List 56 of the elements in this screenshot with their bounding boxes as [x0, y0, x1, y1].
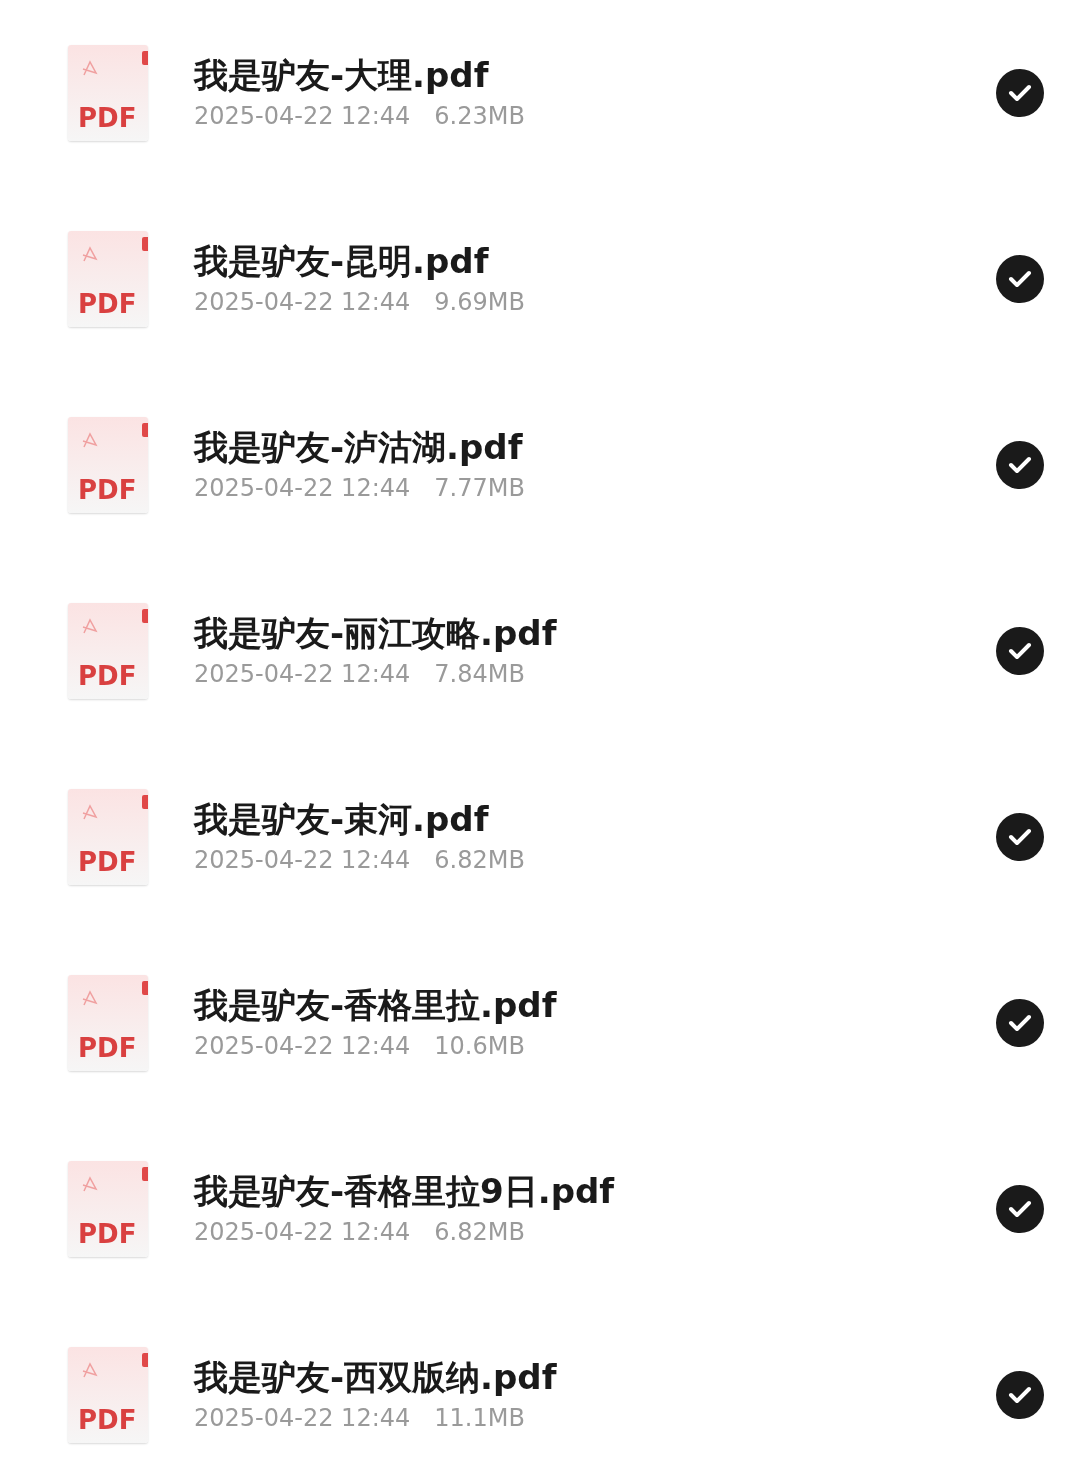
file-name: 我是驴友-丽江攻略.pdf [194, 616, 558, 650]
select-checkbox[interactable] [996, 627, 1044, 675]
file-type-label: PDF [78, 105, 137, 131]
select-checkbox[interactable] [996, 999, 1044, 1047]
file-type-label: PDF [78, 1407, 137, 1433]
file-type-label: PDF [78, 1221, 137, 1247]
check-icon [1008, 1199, 1032, 1219]
file-size: 10.6MB [434, 1034, 525, 1058]
corner-tab-icon [142, 1353, 148, 1367]
file-type-label: PDF [78, 849, 137, 875]
file-name: 我是驴友-泸沽湖.pdf [194, 430, 524, 464]
file-size: 7.84MB [434, 662, 525, 686]
check-icon [1008, 455, 1032, 475]
file-type-label: PDF [78, 1035, 137, 1061]
select-checkbox[interactable] [996, 813, 1044, 861]
select-checkbox[interactable] [996, 69, 1044, 117]
select-checkbox[interactable] [996, 1185, 1044, 1233]
file-date: 2025-04-22 12:44 [194, 662, 411, 686]
check-icon [1008, 641, 1032, 661]
check-icon [1008, 827, 1032, 847]
file-name: 我是驴友-香格里拉.pdf [194, 988, 558, 1022]
file-name: 我是驴友-香格里拉9日.pdf [194, 1174, 616, 1208]
file-name: 我是驴友-西双版纳.pdf [194, 1360, 558, 1394]
corner-tab-icon [142, 1167, 148, 1181]
file-date: 2025-04-22 12:44 [194, 1034, 411, 1058]
check-icon [1008, 83, 1032, 103]
corner-tab-icon [142, 51, 148, 65]
file-type-label: PDF [78, 663, 137, 689]
file-date: 2025-04-22 12:44 [194, 848, 411, 872]
file-size: 7.77MB [434, 476, 525, 500]
select-checkbox[interactable] [996, 255, 1044, 303]
check-icon [1008, 1013, 1032, 1033]
check-icon [1008, 1385, 1032, 1405]
file-name: 我是驴友-大理.pdf [194, 58, 490, 92]
select-checkbox[interactable] [996, 441, 1044, 489]
file-date: 2025-04-22 12:44 [194, 104, 411, 128]
file-name: 我是驴友-昆明.pdf [194, 244, 490, 278]
file-size: 9.69MB [434, 290, 525, 314]
file-size: 6.82MB [434, 848, 525, 872]
corner-tab-icon [142, 237, 148, 251]
file-type-label: PDF [78, 477, 137, 503]
file-size: 6.82MB [434, 1220, 525, 1244]
corner-tab-icon [142, 609, 148, 623]
select-checkbox[interactable] [996, 1371, 1044, 1419]
file-size: 11.1MB [434, 1406, 525, 1430]
file-date: 2025-04-22 12:44 [194, 290, 411, 314]
check-icon [1008, 269, 1032, 289]
corner-tab-icon [142, 795, 148, 809]
file-date: 2025-04-22 12:44 [194, 1406, 411, 1430]
corner-tab-icon [142, 423, 148, 437]
file-date: 2025-04-22 12:44 [194, 476, 411, 500]
file-type-label: PDF [78, 291, 137, 317]
corner-tab-icon [142, 981, 148, 995]
file-size: 6.23MB [434, 104, 525, 128]
file-date: 2025-04-22 12:44 [194, 1220, 411, 1244]
file-name: 我是驴友-束河.pdf [194, 802, 490, 836]
